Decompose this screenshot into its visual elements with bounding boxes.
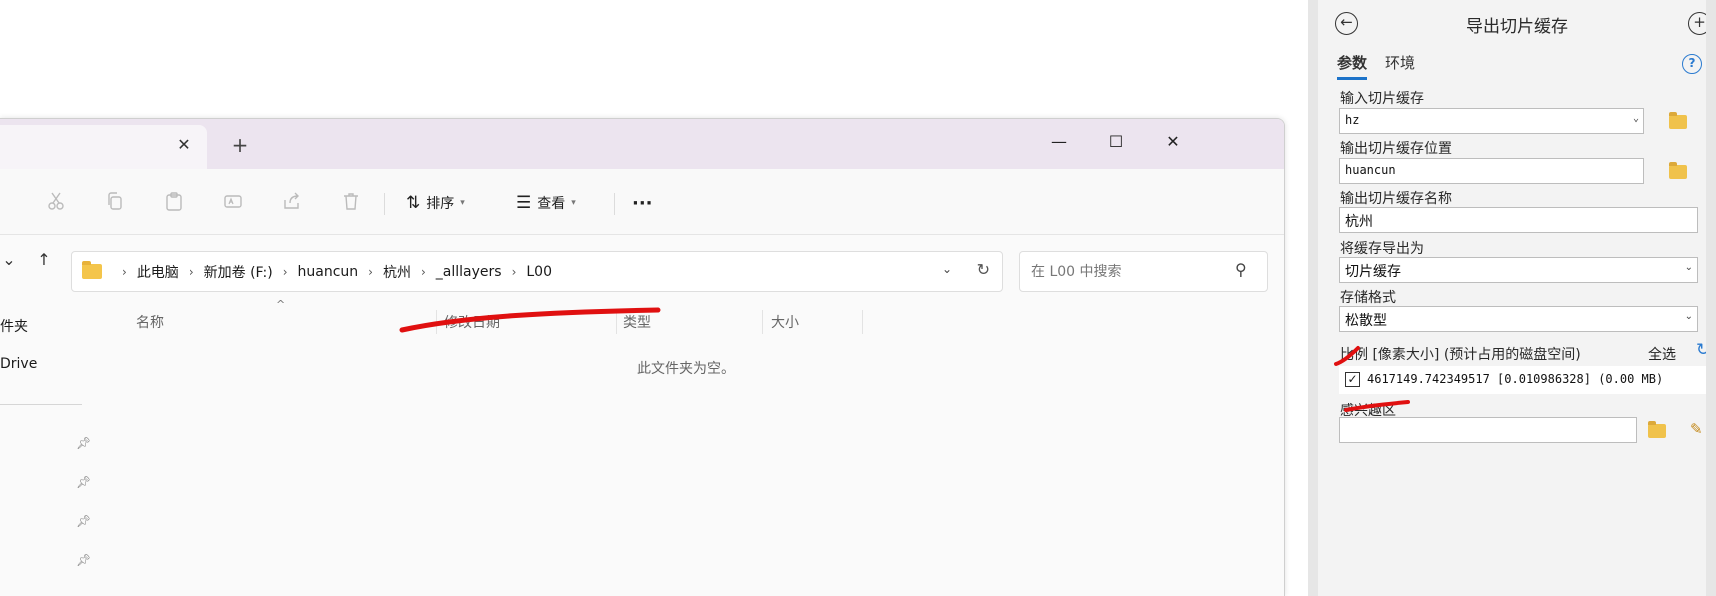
column-divider[interactable] bbox=[862, 310, 863, 334]
export-as-value: 切片缓存 bbox=[1345, 264, 1401, 280]
breadcrumb-separator: › bbox=[368, 264, 373, 279]
browse-folder-icon[interactable] bbox=[1648, 421, 1666, 438]
storage-format-value: 松散型 bbox=[1345, 313, 1387, 329]
command-bar: ⇅ 排序 ▾ ☰ 查看 ▾ ··· bbox=[0, 169, 1284, 235]
breadcrumb-separator: › bbox=[420, 264, 426, 279]
scale-label: 比例 [像素大小] (预计占用的磁盘空间) bbox=[1340, 347, 1581, 363]
chevron-down-icon: ▾ bbox=[571, 198, 576, 208]
output-location-field[interactable]: huancun bbox=[1339, 158, 1644, 184]
close-tab-icon[interactable]: ✕ bbox=[172, 133, 196, 157]
breadcrumb-item[interactable]: 新加卷 (F:) bbox=[204, 262, 273, 282]
export-as-label: 将缓存导出为 bbox=[1340, 241, 1424, 257]
column-divider[interactable] bbox=[616, 310, 617, 334]
pin-icon[interactable]: 📌︎ bbox=[76, 436, 91, 450]
export-as-select[interactable]: 切片缓存 ⌄ bbox=[1339, 257, 1698, 283]
breadcrumb-separator: › bbox=[282, 264, 288, 279]
screen: ✕ + — ☐ ✕ ⇅ 排序 ▾ ☰ 查看 ▾ ··· ⌄ ↑ › 此电脑 › … bbox=[0, 0, 1716, 596]
sort-ascending-icon: ^ bbox=[276, 298, 286, 311]
breadcrumb-separator: › bbox=[122, 264, 127, 279]
chevron-down-icon: ⌄ bbox=[1684, 262, 1693, 273]
pin-icon[interactable]: 📌︎ bbox=[76, 475, 91, 489]
title-bar: ✕ + — ☐ ✕ bbox=[0, 119, 1284, 169]
output-name-field[interactable]: 杭州 bbox=[1339, 207, 1698, 233]
recent-locations-chevron-icon[interactable]: ⌄ bbox=[0, 247, 22, 273]
column-header-type[interactable]: 类型 bbox=[623, 312, 651, 332]
column-header-name[interactable]: 名称 bbox=[136, 312, 164, 332]
geoprocessing-pane: ← 导出切片缓存 + 参数 环境 ? 输入切片缓存 hz ⌄ 输出切片缓存位置 … bbox=[1308, 0, 1716, 596]
cut-icon[interactable] bbox=[44, 191, 68, 215]
tool-title: 导出切片缓存 bbox=[1466, 17, 1568, 37]
sort-icon: ⇅ bbox=[406, 193, 421, 213]
breadcrumb-separator: › bbox=[188, 264, 194, 279]
storage-format-select[interactable]: 松散型 ⌄ bbox=[1339, 306, 1698, 332]
breadcrumb-item[interactable]: huancun bbox=[298, 264, 359, 280]
output-name-value: 杭州 bbox=[1345, 214, 1373, 230]
explorer-tab[interactable]: ✕ bbox=[0, 125, 207, 169]
aoi-field[interactable] bbox=[1339, 417, 1637, 443]
input-cache-select[interactable]: hz ⌄ bbox=[1339, 108, 1644, 134]
view-button[interactable]: ☰ 查看 ▾ bbox=[516, 189, 576, 217]
view-icon: ☰ bbox=[516, 193, 532, 213]
more-options-button[interactable]: ··· bbox=[632, 189, 653, 217]
browse-folder-icon[interactable] bbox=[1669, 112, 1687, 129]
breadcrumb-separator: › bbox=[511, 264, 517, 279]
input-cache-label: 输入切片缓存 bbox=[1340, 91, 1424, 107]
nav-divider bbox=[0, 404, 82, 405]
nav-item-folder[interactable]: 件夹 bbox=[0, 316, 28, 336]
rename-icon[interactable] bbox=[221, 191, 245, 215]
scale-checkbox[interactable]: ✓ bbox=[1345, 372, 1360, 387]
sort-label: 排序 bbox=[426, 196, 455, 212]
chevron-down-icon: ▾ bbox=[460, 198, 465, 208]
view-label: 查看 bbox=[537, 196, 566, 212]
output-location-value: huancun bbox=[1345, 163, 1396, 177]
column-divider[interactable] bbox=[762, 310, 763, 334]
chevron-down-icon: ⌄ bbox=[1684, 311, 1693, 322]
maximize-button[interactable]: ☐ bbox=[1101, 129, 1131, 155]
nav-item-drive[interactable]: Drive bbox=[0, 356, 37, 372]
browse-folder-icon[interactable] bbox=[1669, 162, 1687, 179]
new-tab-icon[interactable]: + bbox=[228, 133, 252, 157]
scale-list-item: ✓ 4617149.742349517 [0.010986328] (0.00 … bbox=[1339, 366, 1708, 394]
address-bar[interactable]: › 此电脑 › 新加卷 (F:) › huancun › 杭州 › _allla… bbox=[71, 251, 1003, 292]
storage-format-label: 存储格式 bbox=[1340, 290, 1396, 306]
toolbar-divider bbox=[614, 193, 615, 215]
input-cache-value: hz bbox=[1345, 113, 1360, 127]
breadcrumb-item[interactable]: L00 bbox=[526, 264, 552, 280]
empty-folder-message: 此文件夹为空。 bbox=[637, 361, 735, 377]
file-explorer-window: ✕ + — ☐ ✕ ⇅ 排序 ▾ ☰ 查看 ▾ ··· ⌄ ↑ bbox=[0, 118, 1285, 596]
column-header-size[interactable]: 大小 bbox=[771, 312, 799, 332]
pane-header: ← 导出切片缓存 + bbox=[1318, 0, 1716, 46]
delete-icon[interactable] bbox=[339, 191, 363, 215]
output-name-label: 输出切片缓存名称 bbox=[1340, 191, 1452, 207]
close-window-button[interactable]: ✕ bbox=[1158, 129, 1188, 155]
folder-icon bbox=[82, 261, 102, 279]
copy-icon[interactable] bbox=[103, 191, 127, 215]
address-dropdown-icon[interactable]: ⌄ bbox=[942, 262, 952, 276]
pin-icon[interactable]: 📌︎ bbox=[76, 514, 91, 528]
scrollbar[interactable] bbox=[1706, 0, 1716, 596]
up-arrow-icon[interactable]: ↑ bbox=[31, 247, 57, 273]
breadcrumb-item[interactable]: 此电脑 bbox=[137, 262, 179, 282]
tab-environments[interactable]: 环境 bbox=[1385, 52, 1415, 77]
help-icon[interactable]: ? bbox=[1682, 54, 1702, 74]
select-all-button[interactable]: 全选 bbox=[1648, 344, 1676, 364]
tab-parameters[interactable]: 参数 bbox=[1337, 52, 1368, 80]
sort-button[interactable]: ⇅ 排序 ▾ bbox=[406, 189, 465, 217]
output-location-label: 输出切片缓存位置 bbox=[1340, 141, 1452, 157]
breadcrumb-item[interactable]: _alllayers bbox=[436, 264, 502, 280]
search-input[interactable] bbox=[1019, 251, 1268, 292]
search-icon[interactable]: ⚲ bbox=[1235, 260, 1247, 279]
pin-icon[interactable]: 📌︎ bbox=[76, 553, 91, 567]
chevron-down-icon: ⌄ bbox=[1632, 113, 1639, 124]
toolbar-divider bbox=[384, 193, 385, 215]
paste-icon[interactable] bbox=[162, 191, 186, 215]
pencil-icon[interactable]: ✎ bbox=[1690, 420, 1703, 438]
column-divider[interactable] bbox=[436, 310, 437, 334]
share-icon[interactable] bbox=[280, 191, 304, 215]
refresh-icon[interactable]: ↻ bbox=[977, 260, 990, 279]
breadcrumb-item[interactable]: 杭州 bbox=[383, 262, 411, 282]
column-header-date[interactable]: 修改日期 bbox=[444, 312, 500, 332]
minimize-button[interactable]: — bbox=[1044, 129, 1074, 155]
scale-item-label: 4617149.742349517 [0.010986328] (0.00 MB… bbox=[1367, 372, 1664, 386]
